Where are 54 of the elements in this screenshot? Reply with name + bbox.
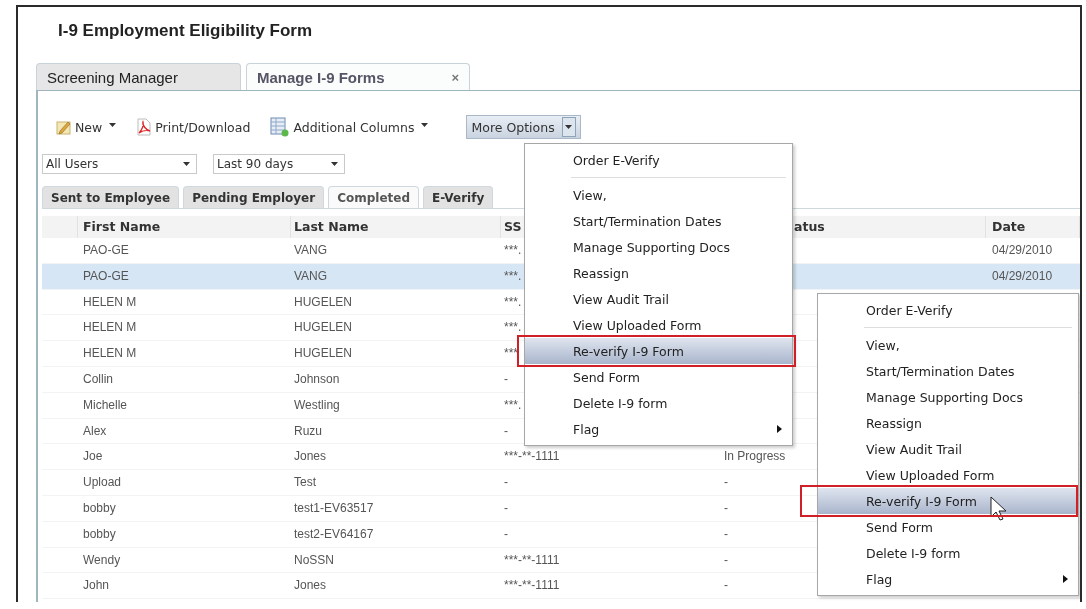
table-cell: - <box>724 552 728 567</box>
table-cell: ***. <box>504 320 522 335</box>
table-cell: - <box>724 578 728 593</box>
table-cell: - <box>504 372 508 386</box>
table-cell: Collin <box>83 372 113 386</box>
table-cell: VANG <box>294 268 328 283</box>
table-cell: *** <box>504 346 518 361</box>
table-cell: John <box>83 578 110 593</box>
table-cell: - <box>504 475 508 490</box>
table-cell: - <box>724 526 728 541</box>
table-cell: PAO-GE <box>83 243 129 257</box>
table-cell: Joe <box>83 449 103 464</box>
table-cell: test1-EV63517 <box>294 500 374 515</box>
table-cell: ***. <box>504 397 522 412</box>
table-cell: NoSSN <box>294 552 334 567</box>
table-cell: HELEN M <box>83 294 137 309</box>
table-cell: Test <box>294 475 316 490</box>
table-cell: 04/29/2010 <box>992 243 1053 257</box>
table-cell: - <box>724 475 728 490</box>
table-cell: Ruzu <box>294 423 322 438</box>
table-cell: PAO-GE <box>83 268 129 283</box>
table-cell: test2-EV64167 <box>294 526 374 541</box>
table-cell: HUGELEN <box>294 320 352 335</box>
table-cell: - <box>504 526 508 541</box>
table-cell: bobby <box>83 500 116 515</box>
table-cell: In Progress <box>724 449 786 464</box>
table-cell: Alex <box>83 423 107 438</box>
table-cell: ***-**-1111 <box>504 578 560 593</box>
table-cell: ***. <box>504 243 522 257</box>
table-cell: 04/29/2010 <box>992 268 1053 283</box>
column-header: Date <box>986 216 1080 238</box>
table-cell: HELEN M <box>83 346 137 361</box>
table-cell: Westling <box>294 397 340 412</box>
table-cell: HUGELEN <box>294 294 352 309</box>
table-cell: Johnson <box>294 372 340 386</box>
table-cell: HELEN M <box>83 320 137 335</box>
table-cell: Jones <box>294 449 327 464</box>
table-cell: VANG <box>294 243 328 257</box>
table-cell: Wendy <box>83 552 121 567</box>
table-cell: Michelle <box>83 397 127 412</box>
table-cell: ***-**-1111 <box>504 552 560 567</box>
table-cell: HUGELEN <box>294 346 352 361</box>
column-header: First Name <box>78 216 291 238</box>
table-cell: ***. <box>504 294 522 309</box>
table-cell: - <box>504 500 508 515</box>
table-cell: Upload <box>83 475 122 490</box>
page-title: I-9 Employment Eligibility Form <box>57 20 314 42</box>
column-header: Last Name <box>291 216 501 238</box>
table-cell: ***. <box>504 268 522 283</box>
table-cell: Jones <box>294 578 327 593</box>
table-cell: ***-**-1111 <box>504 449 560 464</box>
table-cell: bobby <box>83 526 116 541</box>
table-cell: - <box>504 423 508 438</box>
table-cell: - <box>724 500 728 515</box>
